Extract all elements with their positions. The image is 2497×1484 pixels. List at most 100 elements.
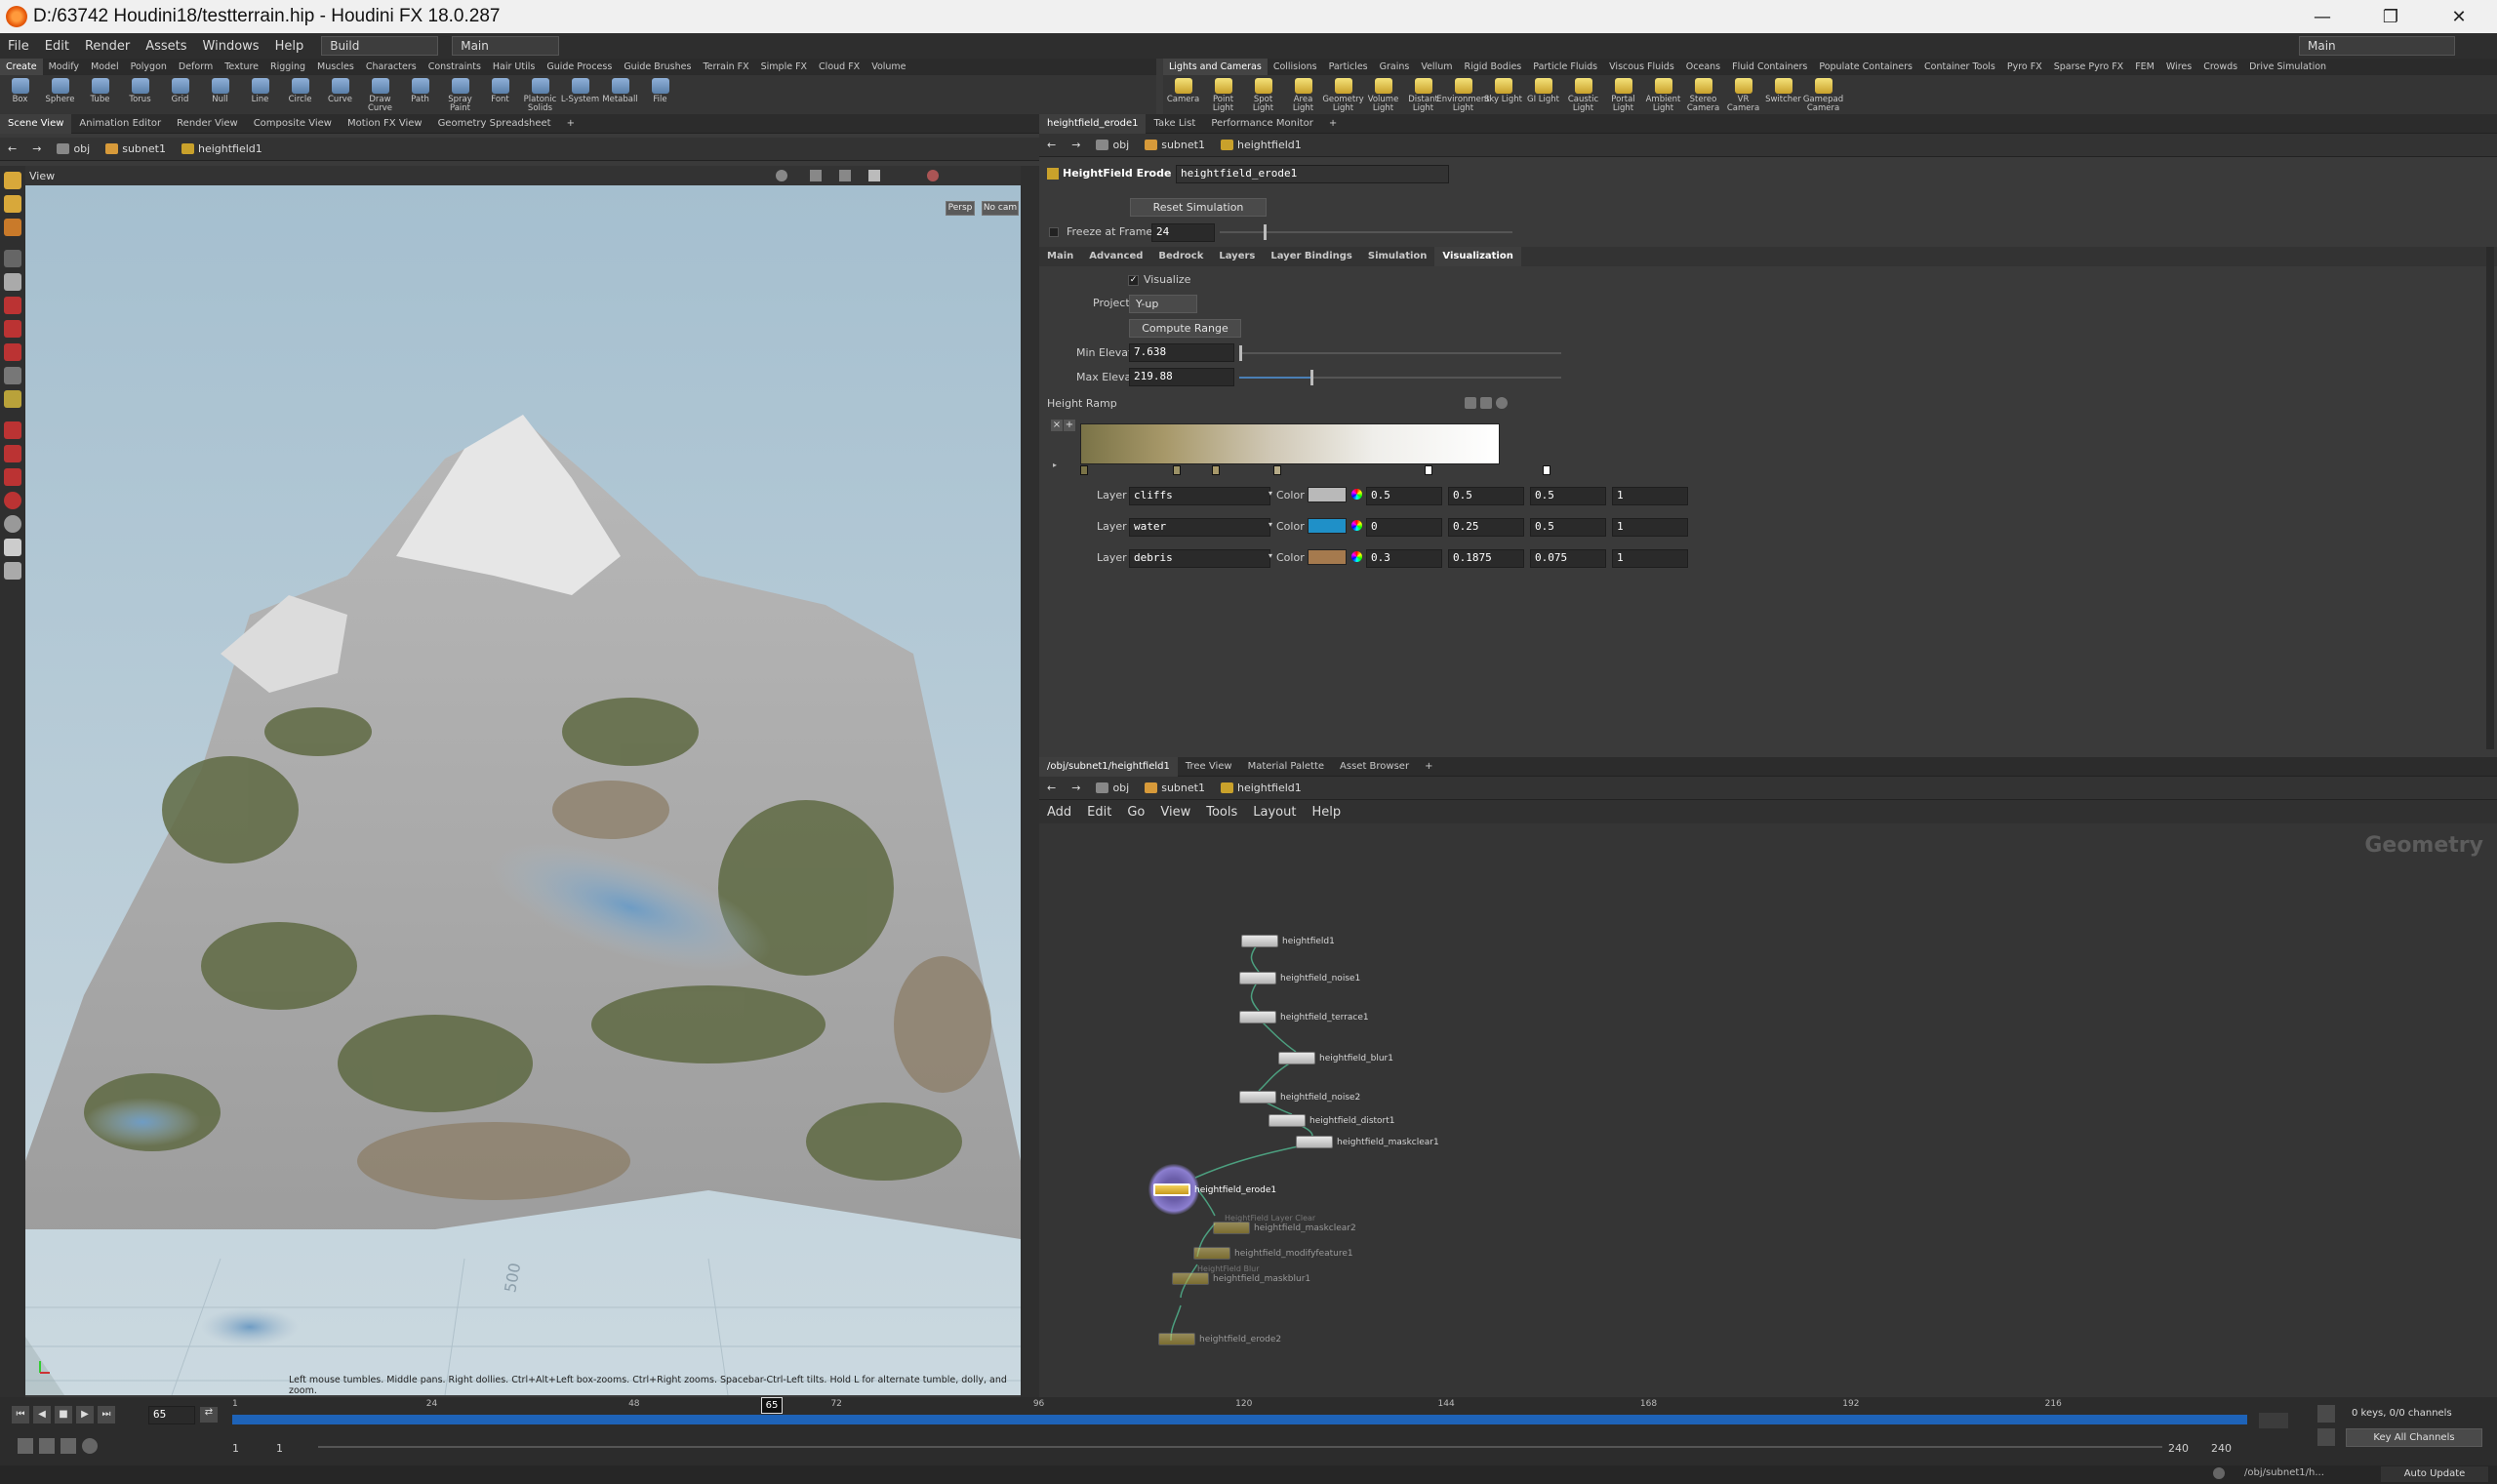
shelf-tab-characters[interactable]: Characters bbox=[360, 59, 423, 75]
color-g-field[interactable]: 0.5 bbox=[1448, 487, 1524, 505]
tool-curve[interactable]: Curve bbox=[320, 75, 360, 104]
forward-arrow-icon[interactable]: → bbox=[24, 138, 49, 161]
param-path-node[interactable]: heightfield1 bbox=[1213, 134, 1309, 157]
shelf-tab-lights-and-cameras[interactable]: Lights and Cameras bbox=[1163, 59, 1268, 75]
net-menu-add[interactable]: Add bbox=[1039, 805, 1079, 820]
net-path-subnet[interactable]: subnet1 bbox=[1137, 777, 1213, 800]
persp-menu[interactable]: Persp bbox=[946, 201, 975, 216]
param-path-subnet[interactable]: subnet1 bbox=[1137, 134, 1213, 157]
color-wheel-icon[interactable] bbox=[1351, 520, 1362, 531]
audio-toggle-icon[interactable] bbox=[39, 1438, 55, 1454]
transform-icon[interactable] bbox=[839, 170, 851, 181]
layer-name-field[interactable]: debris bbox=[1129, 549, 1270, 568]
layer-name-menu-icon[interactable]: ▾ bbox=[1269, 520, 1272, 529]
menu-render[interactable]: Render bbox=[77, 39, 138, 54]
layer-name-field[interactable]: cliffs bbox=[1129, 487, 1270, 505]
tool-point-light[interactable]: Point Light bbox=[1203, 75, 1243, 113]
subtab-main[interactable]: Main bbox=[1039, 247, 1081, 266]
color-a-field[interactable]: 1 bbox=[1612, 487, 1688, 505]
param-path-obj[interactable]: obj bbox=[1088, 134, 1137, 157]
shelf-tab-modify[interactable]: Modify bbox=[43, 59, 85, 75]
ramp-options-icon[interactable] bbox=[1480, 397, 1492, 409]
step-icon[interactable]: ⇄ bbox=[200, 1407, 218, 1423]
start-frame-2[interactable]: 1 bbox=[276, 1442, 283, 1455]
rotate-tool-icon[interactable] bbox=[4, 219, 21, 236]
audio-icon[interactable] bbox=[2259, 1413, 2288, 1428]
shelf-tab-terrain-fx[interactable]: Terrain FX bbox=[697, 59, 754, 75]
tool-platonic-solids[interactable]: Platonic Solids bbox=[520, 75, 560, 113]
add-tab-icon[interactable]: + bbox=[559, 114, 583, 134]
timeline-range-bar[interactable] bbox=[232, 1415, 2247, 1424]
tab-take-list[interactable]: Take List bbox=[1146, 114, 1203, 134]
tool-gamepad-camera[interactable]: Gamepad Camera bbox=[1803, 75, 1843, 113]
tool-vr-camera[interactable]: VR Camera bbox=[1723, 75, 1763, 113]
compute-range-button[interactable]: Compute Range bbox=[1129, 319, 1241, 338]
tool-null[interactable]: Null bbox=[200, 75, 240, 104]
select-mode-icon[interactable] bbox=[810, 170, 822, 181]
node-heightfield-maskclear1[interactable]: heightfield_maskclear1 bbox=[1296, 1136, 1439, 1148]
lasso-icon[interactable] bbox=[4, 445, 21, 462]
shelf-tab-model[interactable]: Model bbox=[85, 59, 125, 75]
arrow-tool-icon[interactable] bbox=[4, 250, 21, 267]
net-menu-help[interactable]: Help bbox=[1304, 805, 1349, 820]
net-forward-icon[interactable]: → bbox=[1064, 777, 1088, 800]
node-heightfield-erode2[interactable]: heightfield_erode2 bbox=[1158, 1333, 1281, 1345]
snap-tool-icon[interactable] bbox=[4, 468, 21, 486]
color-g-field[interactable]: 0.25 bbox=[1448, 518, 1524, 537]
ramp-key[interactable] bbox=[1173, 465, 1181, 475]
shelf-tab-muscles[interactable]: Muscles bbox=[311, 59, 360, 75]
shelf-tab-constraints[interactable]: Constraints bbox=[423, 59, 487, 75]
node-body[interactable] bbox=[1172, 1272, 1209, 1285]
node-body[interactable] bbox=[1296, 1136, 1333, 1148]
tool-sphere[interactable]: Sphere bbox=[40, 75, 80, 104]
node-body[interactable] bbox=[1278, 1052, 1315, 1064]
tool-area-light[interactable]: Area Light bbox=[1283, 75, 1323, 113]
realtime-icon[interactable] bbox=[18, 1438, 33, 1454]
tool-draw-curve[interactable]: Draw Curve bbox=[360, 75, 400, 113]
tool-ambient-light[interactable]: Ambient Light bbox=[1643, 75, 1683, 113]
node-heightfield-erode1[interactable]: heightfield_erode1 bbox=[1153, 1183, 1276, 1196]
min-elevation-field[interactable]: 7.638 bbox=[1129, 343, 1234, 362]
freeze-frame-field[interactable]: 24 bbox=[1151, 223, 1215, 242]
shelf-tab-simple-fx[interactable]: Simple FX bbox=[755, 59, 813, 75]
shelf-tab-polygon[interactable]: Polygon bbox=[125, 59, 173, 75]
node-body[interactable] bbox=[1153, 1183, 1190, 1196]
subtab-layer-bindings[interactable]: Layer Bindings bbox=[1263, 247, 1360, 266]
shelf-tab-wires[interactable]: Wires bbox=[2160, 59, 2197, 75]
maximize-button[interactable]: ❐ bbox=[2356, 0, 2425, 33]
shelf-tab-sparse-pyro-fx[interactable]: Sparse Pyro FX bbox=[2048, 59, 2129, 75]
camera-menu[interactable]: No cam bbox=[982, 201, 1019, 216]
ramp-expand-icon[interactable]: ▸ bbox=[1053, 461, 1057, 469]
max-elevation-slider[interactable] bbox=[1239, 370, 1561, 385]
pose-tool-icon[interactable] bbox=[4, 297, 21, 314]
shelf-tab-fluid-containers[interactable]: Fluid Containers bbox=[1726, 59, 1813, 75]
shelf-tab-drive-simulation[interactable]: Drive Simulation bbox=[2243, 59, 2332, 75]
shelf-tab-viscous-fluids[interactable]: Viscous Fluids bbox=[1603, 59, 1680, 75]
color-r-field[interactable]: 0.3 bbox=[1366, 549, 1442, 568]
scale-tool-icon[interactable] bbox=[4, 273, 21, 291]
tool-spot-light[interactable]: Spot Light bbox=[1243, 75, 1283, 113]
shelf-tab-deform[interactable]: Deform bbox=[173, 59, 219, 75]
view-tool-icon[interactable] bbox=[4, 390, 21, 408]
shelf-tab-pyro-fx[interactable]: Pyro FX bbox=[2001, 59, 2048, 75]
tool-grid[interactable]: Grid bbox=[160, 75, 200, 104]
layer-name-menu-icon[interactable]: ▾ bbox=[1269, 489, 1272, 498]
color-b-field[interactable]: 0.075 bbox=[1530, 549, 1606, 568]
shelf-tab-vellum[interactable]: Vellum bbox=[1415, 59, 1458, 75]
jump-end-icon[interactable]: ⏭ bbox=[98, 1406, 115, 1424]
tool-font[interactable]: Font bbox=[480, 75, 520, 104]
camera-tool-icon[interactable] bbox=[4, 515, 21, 533]
ramp-key[interactable] bbox=[1212, 465, 1220, 475]
freeze-slider-track[interactable] bbox=[1220, 224, 1512, 240]
tool-gi-light[interactable]: GI Light bbox=[1523, 75, 1563, 104]
layer-name-field[interactable]: water bbox=[1129, 518, 1270, 537]
path-subnet[interactable]: subnet1 bbox=[98, 138, 174, 161]
auto-update-menu[interactable]: Auto Update bbox=[2381, 1466, 2488, 1482]
shelf-tab-texture[interactable]: Texture bbox=[219, 59, 264, 75]
param-back-icon[interactable]: ← bbox=[1039, 134, 1064, 157]
magnet-icon[interactable] bbox=[4, 421, 21, 439]
node-heightfield-terrace1[interactable]: heightfield_terrace1 bbox=[1239, 1011, 1369, 1023]
tool-camera[interactable]: Camera bbox=[1163, 75, 1203, 104]
max-elevation-field[interactable]: 219.88 bbox=[1129, 368, 1234, 386]
net-menu-view[interactable]: View bbox=[1152, 805, 1198, 820]
